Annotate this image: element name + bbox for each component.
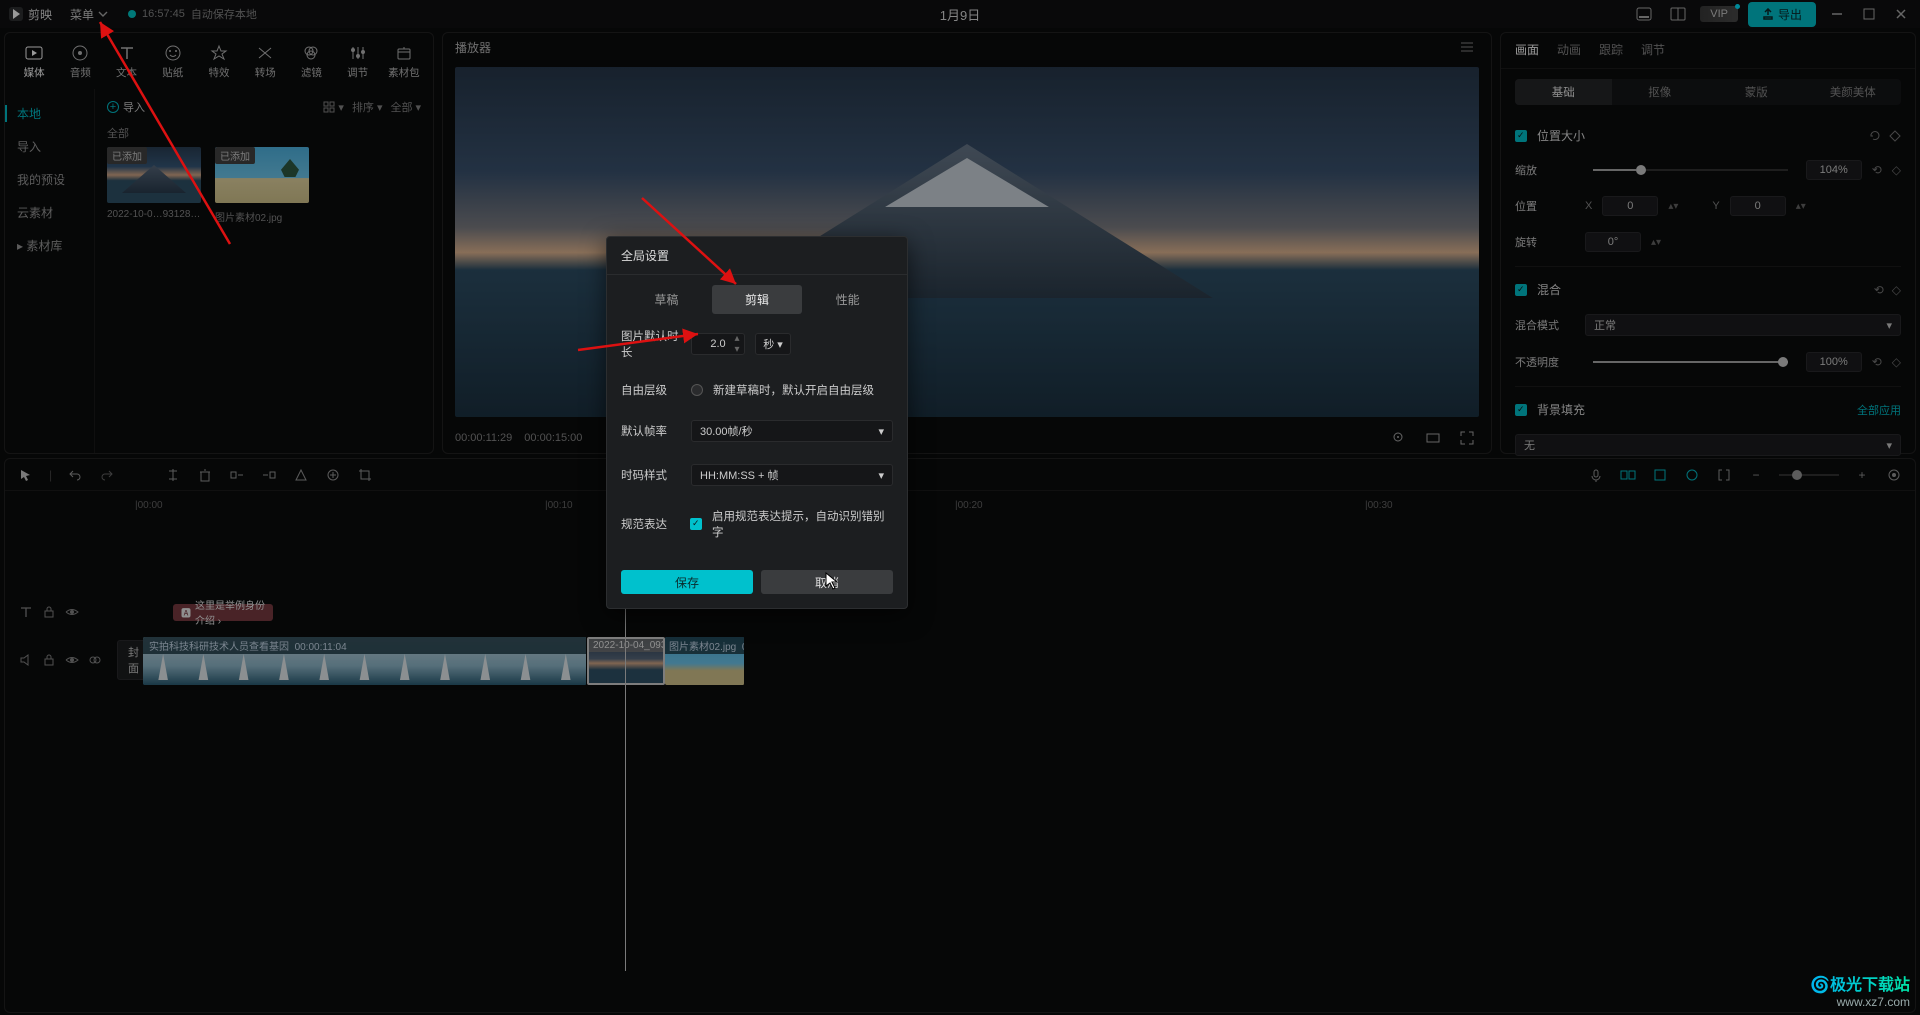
spinner-icon[interactable]: ▴▾ [732, 334, 742, 354]
duration-unit-select[interactable]: 秒▾ [755, 333, 791, 355]
chevron-down-icon: ▾ [878, 469, 884, 482]
row-free-layer: 自由层级 新建草稿时，默认开启自由层级 [621, 382, 893, 398]
row-image-duration: 图片默认时长 2.0▴▾ 秒▾ [621, 328, 893, 360]
dialog-tab-draft[interactable]: 草稿 [621, 285, 712, 314]
row-fps: 默认帧率 30.00帧/秒▾ [621, 420, 893, 442]
chevron-down-icon: ▾ [777, 338, 783, 351]
row-canonical: 规范表达 启用规范表达提示，自动识别错别字 [621, 508, 893, 540]
cursor-icon [825, 572, 839, 590]
row-timecode: 时码样式 HH:MM:SS + 帧▾ [621, 464, 893, 486]
dialog-title: 全局设置 [607, 237, 907, 275]
dialog-body: 图片默认时长 2.0▴▾ 秒▾ 自由层级 新建草稿时，默认开启自由层级 默认帧率… [607, 314, 907, 562]
global-settings-dialog: 全局设置 草稿 剪辑 性能 图片默认时长 2.0▴▾ 秒▾ 自由层级 新建草稿时… [606, 236, 908, 609]
chevron-down-icon: ▾ [878, 425, 884, 438]
dialog-footer: 保存 取消 [607, 562, 907, 608]
save-button[interactable]: 保存 [621, 570, 753, 594]
fps-select[interactable]: 30.00帧/秒▾ [691, 420, 893, 442]
free-layer-toggle[interactable] [691, 384, 703, 396]
image-duration-input[interactable]: 2.0▴▾ [691, 333, 745, 355]
dialog-tab-edit[interactable]: 剪辑 [712, 285, 803, 314]
watermark-url: www.xz7.com [1810, 995, 1910, 1009]
watermark: 🌀极光下载站 www.xz7.com [1810, 971, 1910, 1009]
dialog-tab-performance[interactable]: 性能 [802, 285, 893, 314]
watermark-logo: 🌀极光下载站 [1810, 971, 1910, 995]
canonical-checkbox[interactable] [690, 518, 702, 530]
modal-overlay [0, 0, 1920, 1015]
dialog-tabs: 草稿 剪辑 性能 [607, 275, 907, 314]
timecode-select[interactable]: HH:MM:SS + 帧▾ [691, 464, 893, 486]
